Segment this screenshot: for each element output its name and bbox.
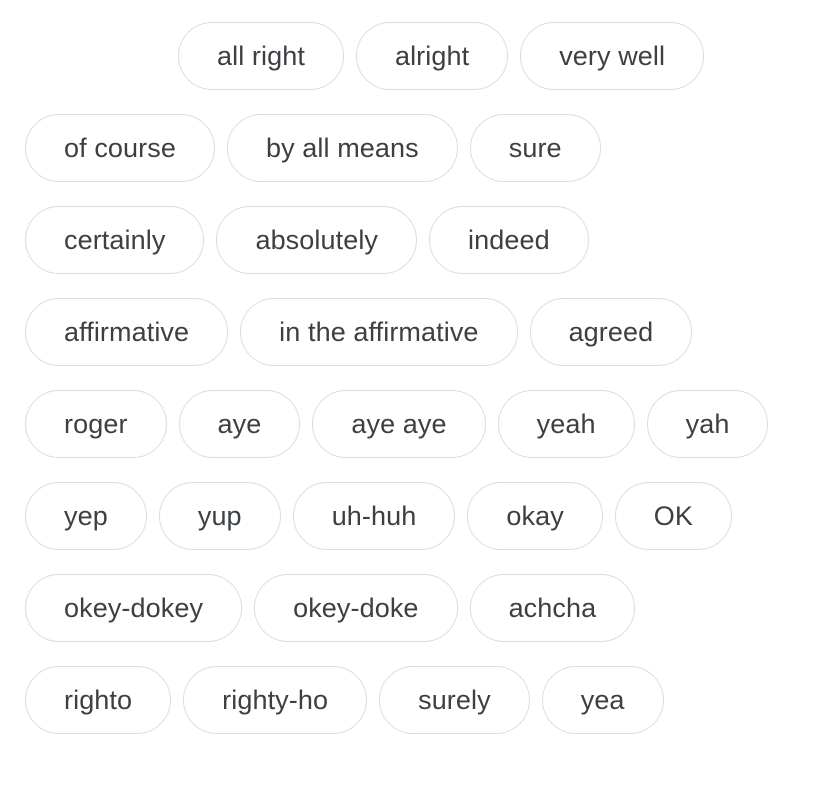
synonym-chip[interactable]: sure bbox=[469, 114, 601, 182]
synonym-chip[interactable]: yea bbox=[541, 666, 664, 734]
chip-label: by all means bbox=[265, 132, 419, 163]
synonym-chip[interactable]: alright bbox=[355, 22, 509, 90]
synonym-chip[interactable]: certainly bbox=[25, 206, 205, 274]
chip-label: OK bbox=[653, 500, 694, 531]
synonym-chip[interactable]: affirmative bbox=[25, 298, 229, 366]
chip-label: indeed bbox=[468, 224, 550, 255]
chip-label: yeah bbox=[536, 408, 596, 439]
synonym-chip[interactable]: indeed bbox=[429, 206, 589, 274]
synonym-chip[interactable]: by all means bbox=[226, 114, 458, 182]
chip-label: very well bbox=[559, 40, 666, 71]
synonym-chip[interactable]: surely bbox=[379, 666, 530, 734]
chip-label: sure bbox=[508, 132, 562, 163]
synonym-chip[interactable]: in the affirmative bbox=[240, 298, 518, 366]
chip-label: agreed bbox=[568, 316, 654, 347]
synonym-chip[interactable]: okay bbox=[467, 482, 603, 550]
synonym-chip[interactable]: roger bbox=[25, 390, 167, 458]
synonym-chip[interactable]: all right bbox=[178, 22, 344, 90]
chip-label: of course bbox=[64, 132, 176, 163]
synonym-chip[interactable]: aye bbox=[178, 390, 301, 458]
chip-label: righty-ho bbox=[222, 684, 329, 715]
synonym-chip[interactable]: uh-huh bbox=[292, 482, 456, 550]
synonym-chip[interactable]: agreed bbox=[529, 298, 693, 366]
chip-label: righto bbox=[64, 684, 133, 715]
chip-label: in the affirmative bbox=[279, 316, 479, 347]
synonym-chip[interactable]: righto bbox=[25, 666, 172, 734]
chip-label: affirmative bbox=[64, 316, 190, 347]
chip-row: yep yup uh-huh okay OK bbox=[0, 482, 817, 550]
synonym-chip[interactable]: yah bbox=[646, 390, 769, 458]
chip-label: absolutely bbox=[255, 224, 379, 255]
synonym-chip[interactable]: achcha bbox=[469, 574, 636, 642]
chip-label: yup bbox=[197, 500, 242, 531]
synonym-chip[interactable]: righty-ho bbox=[183, 666, 368, 734]
chip-label: certainly bbox=[64, 224, 166, 255]
chip-row: righto righty-ho surely yea bbox=[0, 666, 817, 734]
chip-label: alright bbox=[394, 40, 470, 71]
chip-label: yah bbox=[685, 408, 730, 439]
synonym-chip[interactable]: OK bbox=[614, 482, 733, 550]
chip-label: aye bbox=[217, 408, 262, 439]
synonym-chip[interactable]: yep bbox=[25, 482, 147, 550]
chip-label: okay bbox=[506, 500, 564, 531]
chip-row: of course by all means sure bbox=[0, 114, 817, 182]
chip-label: okey-dokey bbox=[64, 592, 204, 623]
synonym-chip-cloud: all right alright very well of course by… bbox=[0, 22, 817, 789]
synonym-chip[interactable]: yeah bbox=[497, 390, 635, 458]
chip-label: surely bbox=[418, 684, 491, 715]
chip-label: roger bbox=[64, 408, 128, 439]
synonym-chip[interactable]: very well bbox=[520, 22, 705, 90]
synonym-chip[interactable]: of course bbox=[25, 114, 215, 182]
chip-label: aye aye bbox=[351, 408, 447, 439]
chip-row: roger aye aye aye yeah yah bbox=[0, 390, 817, 458]
synonym-chip[interactable]: aye aye bbox=[312, 390, 486, 458]
chip-row: certainly absolutely indeed bbox=[0, 206, 817, 274]
synonym-chip[interactable]: yup bbox=[158, 482, 281, 550]
synonym-chip[interactable]: okey-dokey bbox=[25, 574, 243, 642]
chip-label: uh-huh bbox=[331, 500, 417, 531]
chip-label: all right bbox=[217, 40, 305, 71]
chip-row: all right alright very well bbox=[0, 22, 817, 90]
chip-row: affirmative in the affirmative agreed bbox=[0, 298, 817, 366]
chip-label: achcha bbox=[508, 592, 597, 623]
chip-label: yea bbox=[580, 684, 625, 715]
synonym-chip[interactable]: absolutely bbox=[216, 206, 418, 274]
synonym-chip[interactable]: okey-doke bbox=[254, 574, 458, 642]
chip-row: okey-dokey okey-doke achcha bbox=[0, 574, 817, 642]
chip-label: okey-doke bbox=[293, 592, 419, 623]
chip-label: yep bbox=[64, 500, 108, 531]
